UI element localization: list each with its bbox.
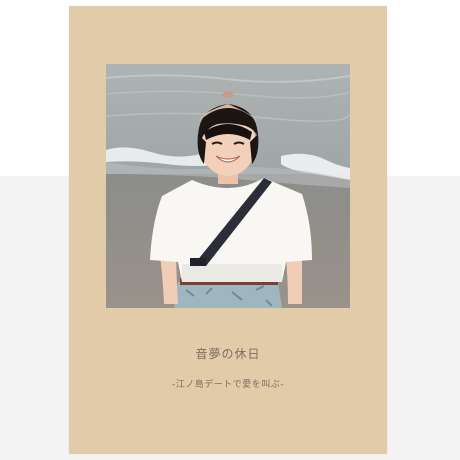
- book-subtitle: -江ノ島デートで愛を叫ぶ-: [172, 380, 284, 390]
- book-title: 音夢の休日: [195, 347, 261, 361]
- bag-buckle: [190, 258, 206, 266]
- photobook-cover: 音夢の休日 -江ノ島デートで愛を叫ぶ-: [69, 6, 387, 454]
- product-image-stage: 音夢の休日 -江ノ島デートで愛を叫ぶ-: [0, 0, 460, 460]
- cover-photo-illustration: [106, 64, 350, 308]
- cover-photo: [106, 64, 350, 308]
- t-shirt-shadow: [182, 264, 282, 282]
- shorts: [174, 282, 282, 308]
